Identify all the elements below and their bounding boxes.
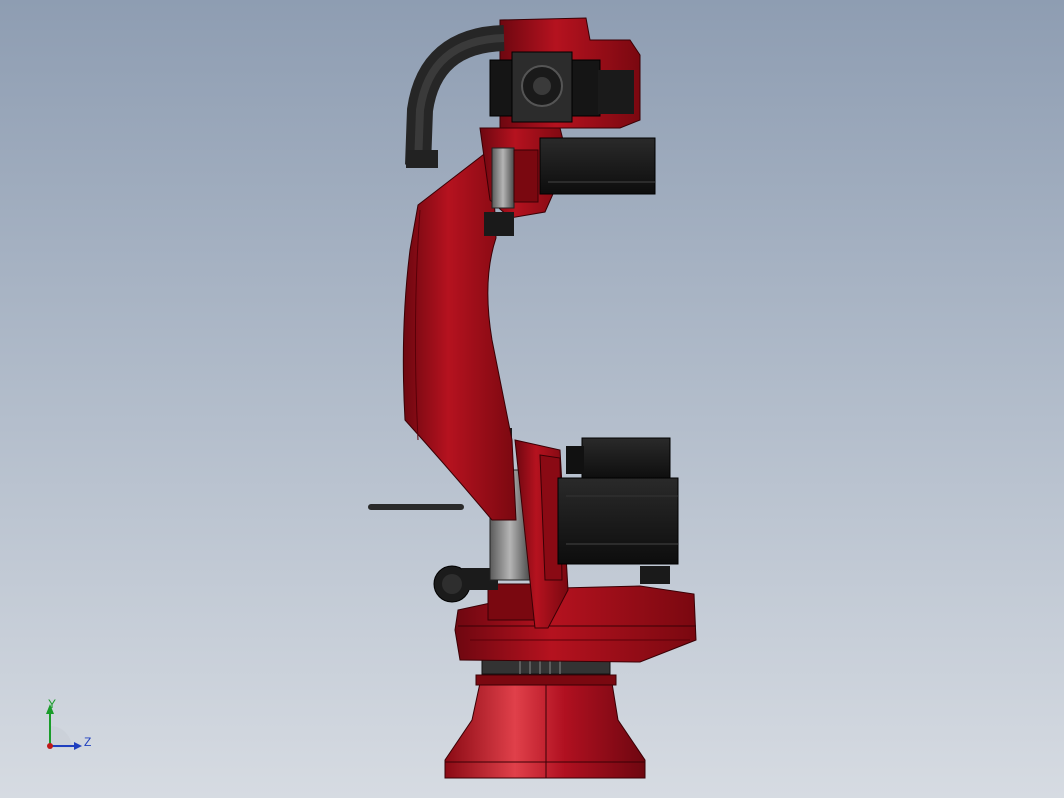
robot-base <box>444 674 646 779</box>
triad-y-label: Y <box>48 697 57 711</box>
cable-rod <box>368 504 464 510</box>
axis2-motor-upper <box>566 437 671 481</box>
base-bearing-ring <box>481 659 611 675</box>
axis2-motor-main <box>557 477 679 565</box>
robot-arm-model[interactable] <box>0 0 1064 798</box>
graphics-viewport[interactable]: Y Z <box>0 0 1064 798</box>
axis3-motor <box>539 137 656 195</box>
coordinate-triad: Y Z <box>36 698 106 758</box>
wrist-head <box>489 17 641 129</box>
axis-triad-icon <box>46 704 82 750</box>
triad-z-label: Z <box>84 735 92 749</box>
turret <box>454 583 697 663</box>
